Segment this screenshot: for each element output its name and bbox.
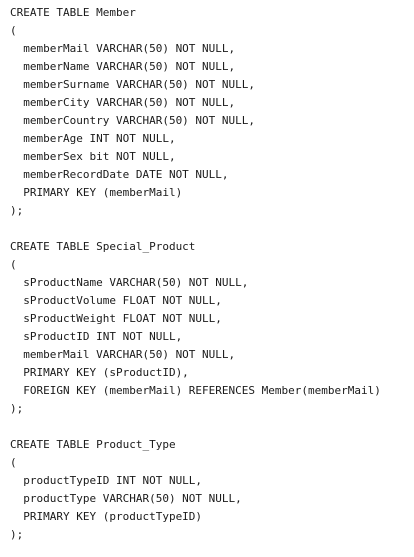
code-line: memberCity VARCHAR(50) NOT NULL, (10, 96, 236, 109)
code-line: memberMail VARCHAR(50) NOT NULL, (10, 42, 236, 55)
code-line: memberRecordDate DATE NOT NULL, (10, 168, 229, 181)
code-line: PRIMARY KEY (sProductID), (10, 366, 189, 379)
code-line: ); (10, 528, 24, 541)
code-line: sProductName VARCHAR(50) NOT NULL, (10, 276, 249, 289)
code-line: memberSex bit NOT NULL, (10, 150, 176, 163)
code-line: sProductVolume FLOAT NOT NULL, (10, 294, 222, 307)
code-line: memberName VARCHAR(50) NOT NULL, (10, 60, 236, 73)
sql-code-block: CREATE TABLE Member ( memberMail VARCHAR… (10, 4, 410, 544)
code-line: memberCountry VARCHAR(50) NOT NULL, (10, 114, 256, 127)
code-line: ( (10, 24, 17, 37)
code-line: PRIMARY KEY (productTypeID) (10, 510, 203, 523)
code-line: PRIMARY KEY (memberMail) (10, 186, 183, 199)
code-line: CREATE TABLE Member (10, 6, 136, 19)
code-line: CREATE TABLE Special_Product (10, 240, 196, 253)
code-line: ( (10, 456, 17, 469)
code-line: sProductID INT NOT NULL, (10, 330, 183, 343)
code-line: ( (10, 258, 17, 271)
code-line: ); (10, 402, 24, 415)
code-line: productType VARCHAR(50) NOT NULL, (10, 492, 242, 505)
code-line: memberAge INT NOT NULL, (10, 132, 176, 145)
code-line: ); (10, 204, 24, 217)
code-line: memberSurname VARCHAR(50) NOT NULL, (10, 78, 256, 91)
code-line: FOREIGN KEY (memberMail) REFERENCES Memb… (10, 384, 381, 397)
code-line: memberMail VARCHAR(50) NOT NULL, (10, 348, 236, 361)
code-line: sProductWeight FLOAT NOT NULL, (10, 312, 222, 325)
code-line: productTypeID INT NOT NULL, (10, 474, 203, 487)
code-line: CREATE TABLE Product_Type (10, 438, 176, 451)
